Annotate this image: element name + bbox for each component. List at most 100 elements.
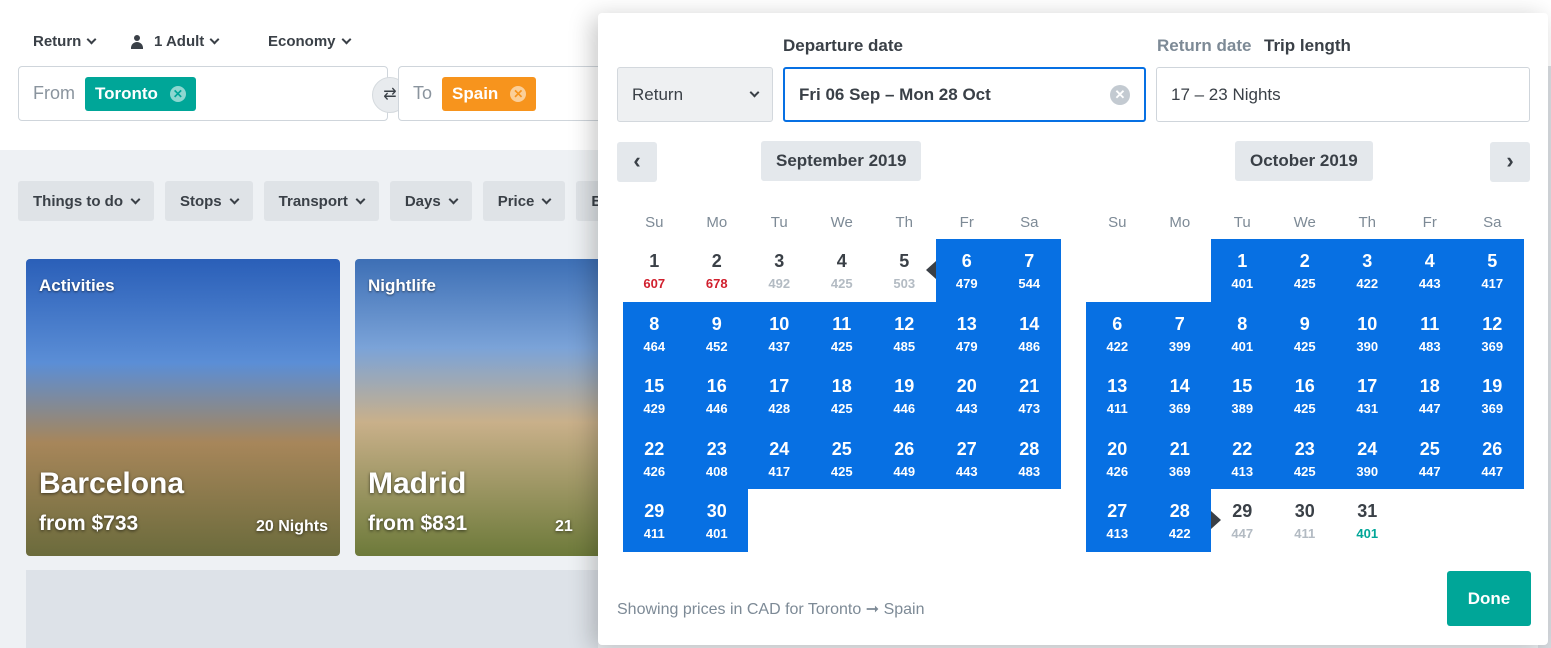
day-cell[interactable]: 22 426 [623, 426, 686, 489]
destination-card-barcelona[interactable]: Activities Barcelona from $733 20 Nights [26, 259, 340, 556]
day-cell[interactable]: 17 431 [1336, 364, 1399, 427]
calendar-september: Su Mo Tu We Th Fr Sa 1 607 2 678 3 492 4 425 5 503 6 479 7… [623, 206, 1061, 552]
day-cell[interactable]: 9 425 [1273, 301, 1336, 364]
trip-length-tab[interactable]: Trip length [1264, 36, 1351, 56]
day-cell[interactable]: 29 447 [1211, 489, 1274, 552]
day-cell[interactable]: 10 390 [1336, 301, 1399, 364]
day-cell[interactable]: 12 369 [1461, 301, 1524, 364]
day-cell[interactable]: 2 425 [1273, 239, 1336, 302]
day-cell[interactable]: 14 369 [1148, 364, 1211, 427]
trip-type-select[interactable]: Return [617, 67, 773, 122]
day-cell[interactable]: 10 437 [748, 301, 811, 364]
day-price: 443 [955, 463, 978, 479]
day-cell[interactable]: 23 425 [1273, 426, 1336, 489]
day-cell[interactable]: 23 408 [685, 426, 748, 489]
day-cell[interactable]: 30 401 [685, 489, 748, 552]
day-cell[interactable]: 25 425 [810, 426, 873, 489]
day-cell[interactable]: 1 401 [1211, 239, 1274, 302]
day-cell[interactable]: 14 486 [998, 301, 1061, 364]
day-cell[interactable]: 5 417 [1461, 239, 1524, 302]
day-price: 422 [1106, 338, 1129, 354]
trip-type-dropdown[interactable]: Return [33, 33, 97, 50]
day-number: 30 [706, 501, 727, 521]
filter-things-to-do[interactable]: Things to do [18, 181, 154, 221]
day-cell[interactable]: 27 443 [935, 426, 998, 489]
day-cell[interactable]: 18 425 [810, 364, 873, 427]
day-cell[interactable]: 11 483 [1398, 301, 1461, 364]
cabin-dropdown[interactable]: Economy [268, 33, 351, 50]
next-month-button[interactable]: › [1490, 142, 1530, 182]
day-cell[interactable]: 11 425 [810, 301, 873, 364]
day-cell[interactable]: 19 446 [873, 364, 936, 427]
remove-to-icon[interactable]: ✕ [510, 85, 527, 102]
weekday-label: Mo [706, 214, 728, 231]
clear-icon[interactable]: ✕ [1110, 84, 1130, 105]
return-date-tab[interactable]: Return date [1157, 36, 1251, 56]
day-cell[interactable]: 9 452 [685, 301, 748, 364]
departure-date-label: Departure date [783, 36, 903, 55]
from-field[interactable]: From Toronto ✕ [18, 66, 388, 121]
day-cell[interactable]: 1 607 [623, 239, 686, 302]
day-cell[interactable]: 28 422 [1148, 489, 1211, 552]
remove-from-icon[interactable]: ✕ [169, 85, 186, 102]
day-cell[interactable]: 19 369 [1461, 364, 1524, 427]
day-cell[interactable]: 21 369 [1148, 426, 1211, 489]
day-price: 411 [1294, 526, 1316, 541]
day-cell[interactable]: 31 401 [1336, 489, 1399, 552]
day-cell[interactable]: 3 492 [748, 239, 811, 302]
day-cell[interactable]: 18 447 [1398, 364, 1461, 427]
prev-month-button[interactable]: ‹ [617, 142, 657, 182]
day-cell[interactable]: 24 417 [748, 426, 811, 489]
day-cell[interactable]: 7 544 [998, 239, 1061, 302]
day-cell[interactable]: 25 447 [1398, 426, 1461, 489]
day-price: 411 [643, 526, 665, 541]
day-cell[interactable]: 26 447 [1461, 426, 1524, 489]
day-cell[interactable]: 15 429 [623, 364, 686, 427]
day-cell[interactable]: 13 411 [1086, 364, 1149, 427]
date-range-input[interactable]: Fri 06 Sep – Mon 28 Oct ✕ [783, 67, 1146, 122]
weekday-label: Th [1358, 214, 1376, 231]
day-cell[interactable]: 7 399 [1148, 301, 1211, 364]
day-cell[interactable]: 13 479 [935, 301, 998, 364]
calendar-grid: 1 401 2 425 3 422 4 443 5 417 6 422 7 399 8 401 9 425 10 39… [1086, 239, 1524, 552]
day-cell[interactable]: 20 426 [1086, 426, 1149, 489]
chevron-down-icon [209, 34, 220, 45]
day-cell[interactable]: 6 479 [925, 239, 998, 302]
day-cell[interactable]: 2 678 [686, 239, 749, 302]
filter-price[interactable]: Price [482, 181, 566, 221]
day-cell[interactable]: 4 425 [811, 239, 874, 302]
day-cell[interactable]: 29 411 [623, 489, 686, 552]
day-cell[interactable]: 4 443 [1398, 239, 1461, 302]
month-title-september: September 2019 [761, 141, 922, 181]
filter-transport[interactable]: Transport [263, 181, 379, 221]
day-price: 483 [1418, 338, 1441, 354]
weekday-label: Su [1108, 214, 1127, 231]
day-cell[interactable]: 28 483 [998, 426, 1061, 489]
destination-card-madrid[interactable]: Nightlife Madrid from $831 21 [355, 259, 598, 556]
day-cell[interactable]: 8 401 [1211, 301, 1274, 364]
day-price: 486 [1018, 338, 1041, 354]
day-cell[interactable]: 30 411 [1274, 489, 1337, 552]
day-cell[interactable]: 8 464 [623, 301, 686, 364]
to-chip: Spain ✕ [442, 76, 537, 111]
day-price: 422 [1356, 276, 1379, 291]
passengers-dropdown[interactable]: 1 Adult [131, 33, 220, 50]
day-cell[interactable]: 22 413 [1211, 426, 1274, 489]
filter-stops[interactable]: Stops [164, 181, 253, 221]
from-chip-label: Toronto [95, 83, 158, 103]
day-cell[interactable]: 21 473 [998, 364, 1061, 427]
day-cell[interactable]: 12 485 [873, 301, 936, 364]
day-cell[interactable]: 20 443 [935, 364, 998, 427]
day-cell[interactable]: 17 428 [748, 364, 811, 427]
day-cell[interactable]: 24 390 [1336, 426, 1399, 489]
day-cell[interactable]: 26 449 [873, 426, 936, 489]
day-cell[interactable]: 15 389 [1211, 364, 1274, 427]
day-cell[interactable]: 3 422 [1336, 239, 1399, 302]
trip-length-input[interactable]: 17 – 23 Nights [1156, 67, 1530, 122]
day-cell[interactable]: 6 422 [1086, 301, 1149, 364]
day-cell[interactable]: 27 413 [1086, 489, 1149, 552]
done-button[interactable]: Done [1447, 571, 1531, 626]
day-cell[interactable]: 16 425 [1273, 364, 1336, 427]
day-cell[interactable]: 16 446 [685, 364, 748, 427]
filter-days[interactable]: Days [389, 181, 472, 221]
